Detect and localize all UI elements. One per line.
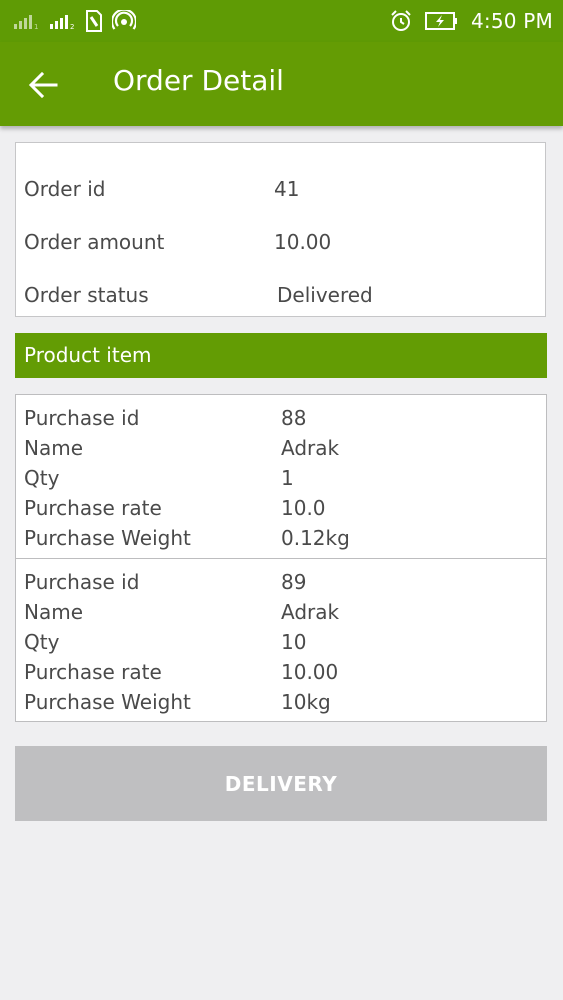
purchase-rate-label: Purchase rate (24, 496, 162, 520)
product-row: Qty 10 (16, 627, 546, 657)
signal-icon: 1 (14, 15, 38, 29)
qty-label: Qty (24, 630, 60, 654)
product-row: Purchase rate 10.00 (16, 657, 546, 687)
signal-icon-2: 2 (50, 15, 74, 29)
qty-label: Qty (24, 466, 60, 490)
product-row: Name Adrak (16, 597, 546, 627)
alarm-icon (391, 10, 411, 31)
status-time: 4:50 PM (471, 9, 553, 33)
sim-icon (86, 10, 102, 32)
purchase-weight-value: 10kg (281, 690, 331, 714)
product-card: Purchase id 88 Name Adrak Qty 1 Purchase… (15, 394, 547, 559)
purchase-weight-label: Purchase Weight (24, 526, 191, 550)
order-amount-label: Order amount (24, 230, 165, 254)
order-id-value: 41 (274, 177, 300, 201)
product-row: Purchase Weight 10kg (16, 687, 546, 717)
name-value: Adrak (281, 436, 340, 460)
order-amount-value: 10.00 (274, 230, 332, 254)
purchase-weight-value: 0.12kg (281, 526, 350, 550)
battery-charging-icon (425, 12, 457, 30)
purchase-id-value: 89 (281, 570, 307, 594)
svg-text:2: 2 (70, 23, 74, 29)
order-id-label: Order id (24, 177, 106, 201)
hotspot-icon (112, 10, 136, 30)
product-row: Purchase Weight 0.12kg (16, 523, 546, 553)
product-item-header: Product item (15, 333, 547, 378)
purchase-rate-value: 10.0 (281, 496, 326, 520)
name-label: Name (24, 436, 84, 460)
app-bar: Order Detail (0, 42, 563, 126)
arrow-left-icon[interactable] (26, 68, 60, 102)
qty-value: 1 (281, 466, 294, 490)
page-title: Order Detail (113, 64, 284, 97)
status-bar-left: 1 2 (14, 8, 136, 34)
name-value: Adrak (281, 600, 340, 624)
order-summary-card: Order id 41 Order amount 10.00 Order sta… (15, 142, 546, 317)
product-row: Name Adrak (16, 433, 546, 463)
status-bar: 1 2 4:50 PM (0, 0, 563, 42)
order-status-value: Delivered (277, 283, 373, 307)
purchase-id-label: Purchase id (24, 406, 140, 430)
name-label: Name (24, 600, 84, 624)
purchase-rate-label: Purchase rate (24, 660, 162, 684)
purchase-weight-label: Purchase Weight (24, 690, 191, 714)
product-row: Purchase rate 10.0 (16, 493, 546, 523)
qty-value: 10 (281, 630, 307, 654)
delivery-button[interactable]: DELIVERY (15, 746, 547, 821)
product-row: Purchase id 88 (16, 403, 546, 433)
product-row: Qty 1 (16, 463, 546, 493)
purchase-id-value: 88 (281, 406, 307, 430)
status-bar-right: 4:50 PM (389, 6, 553, 36)
svg-text:1: 1 (34, 23, 38, 29)
product-row: Purchase id 89 (16, 567, 546, 597)
purchase-id-label: Purchase id (24, 570, 140, 594)
product-card: Purchase id 89 Name Adrak Qty 10 Purchas… (15, 558, 547, 722)
purchase-rate-value: 10.00 (281, 660, 339, 684)
order-status-label: Order status (24, 283, 149, 307)
